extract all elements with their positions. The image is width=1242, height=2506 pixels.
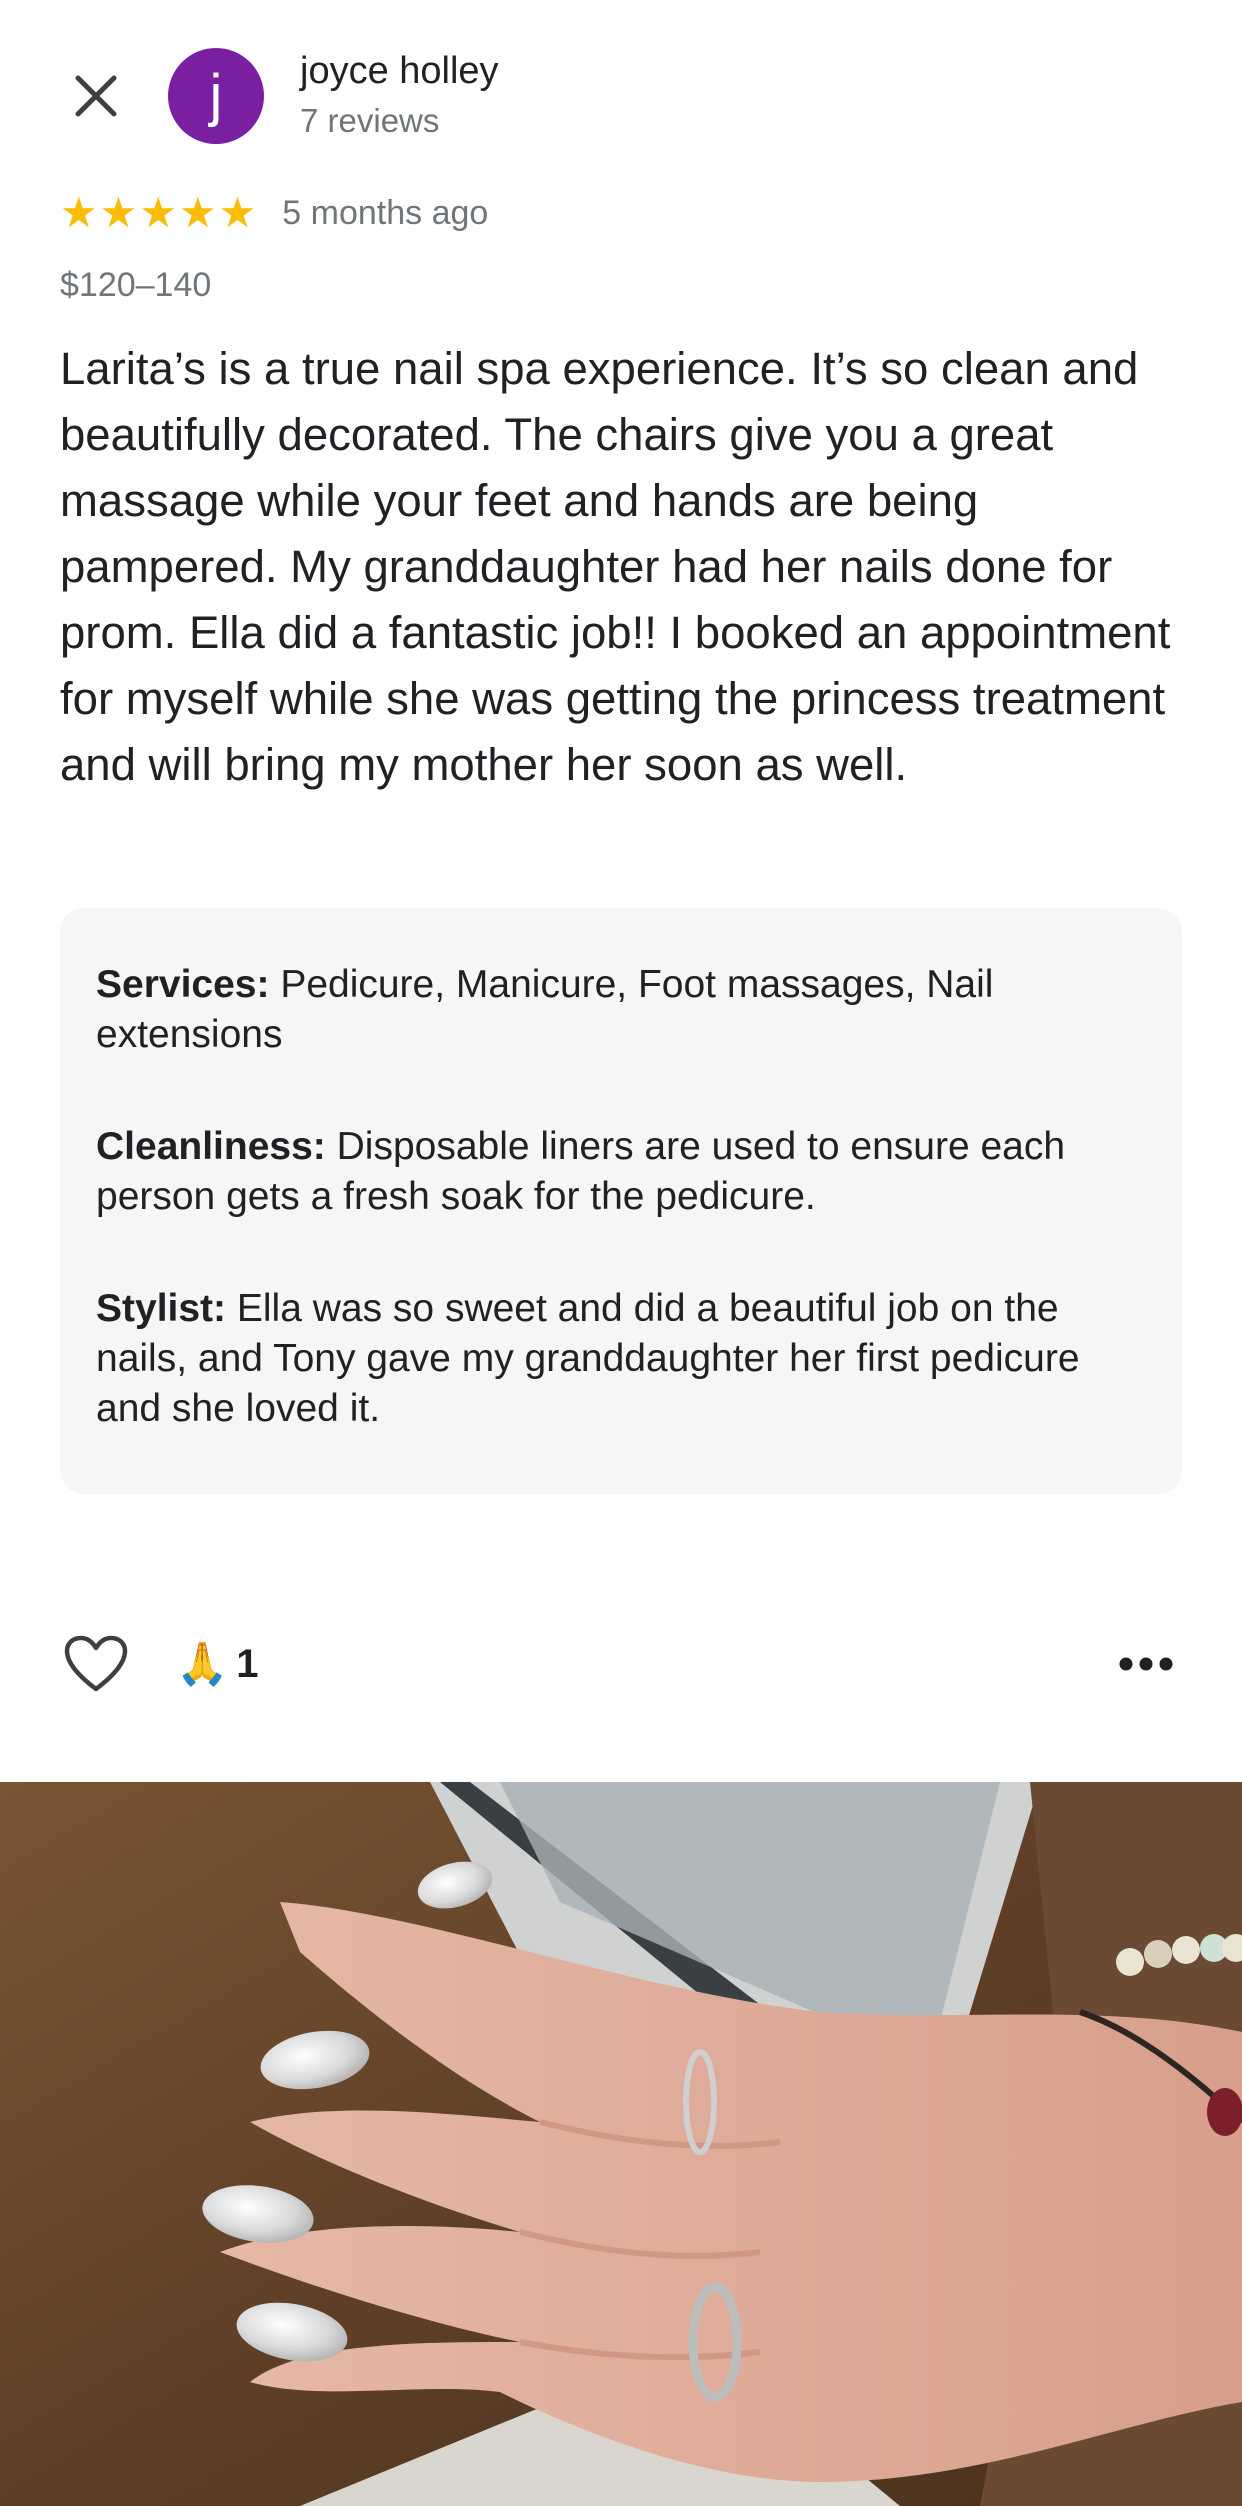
- hand-with-glitter-nails-photo: [0, 1782, 1242, 2506]
- detail-label: Services:: [96, 963, 270, 1006]
- like-button[interactable]: [60, 1628, 132, 1700]
- pray-emoji-icon: 🙏: [176, 1640, 229, 1687]
- reviewer-review-count: 7 reviews: [300, 102, 440, 139]
- avatar-letter: j: [209, 63, 223, 128]
- review-text: Larita’s is a true nail spa experience. …: [60, 343, 1171, 790]
- star-icon: ★: [218, 189, 257, 236]
- avatar[interactable]: j: [168, 48, 264, 144]
- rating-row: ★ ★ ★ ★ ★ 5 months ago: [60, 192, 488, 234]
- star-icon: ★: [178, 189, 217, 236]
- close-button[interactable]: [56, 56, 136, 136]
- detail-label: Stylist:: [96, 1287, 227, 1330]
- star-rating: ★ ★ ★ ★ ★: [60, 192, 256, 234]
- review-photo[interactable]: [0, 1782, 1242, 2506]
- review-time: 5 months ago: [282, 193, 489, 232]
- detail-services: Services: Pedicure, Manicure, Foot massa…: [96, 960, 1146, 1060]
- detail-label: Cleanliness:: [96, 1125, 326, 1168]
- close-icon: [75, 75, 117, 117]
- more-options-button[interactable]: [1112, 1634, 1180, 1694]
- reaction-button[interactable]: 🙏 1: [176, 1636, 259, 1692]
- reviewer-name[interactable]: joyce holley: [300, 50, 499, 93]
- detail-stylist: Stylist: Ella was so sweet and did a bea…: [96, 1284, 1146, 1434]
- detail-value: Ella was so sweet and did a beautiful jo…: [96, 1287, 1080, 1430]
- detail-cleanliness: Cleanliness: Disposable liners are used …: [96, 1122, 1146, 1222]
- more-horizontal-icon: [1119, 1657, 1173, 1671]
- reaction-count: 1: [236, 1641, 259, 1686]
- star-icon: ★: [99, 189, 138, 236]
- price-range: $120–140: [60, 266, 212, 304]
- review-detail-sheet: j joyce holley 7 reviews ★ ★ ★ ★ ★ 5 mon…: [0, 0, 1242, 2506]
- star-icon: ★: [139, 189, 177, 236]
- review-attributes-box: Services: Pedicure, Manicure, Foot massa…: [60, 908, 1182, 1494]
- heart-outline-icon: [64, 1635, 128, 1692]
- star-icon: ★: [60, 189, 98, 236]
